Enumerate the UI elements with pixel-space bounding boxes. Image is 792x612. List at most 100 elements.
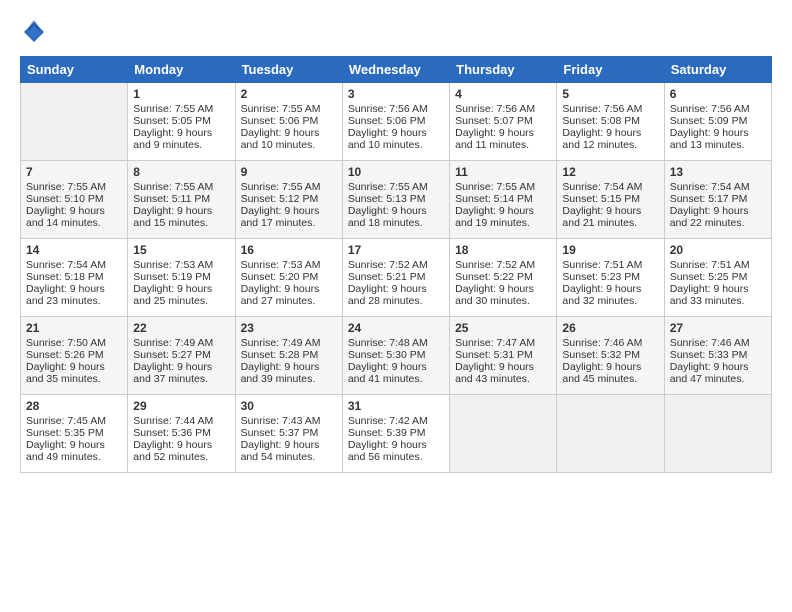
sunrise-text: Sunrise: 7:42 AM — [348, 415, 428, 427]
calendar-cell: 7Sunrise: 7:55 AMSunset: 5:10 PMDaylight… — [21, 161, 128, 239]
calendar-cell: 21Sunrise: 7:50 AMSunset: 5:26 PMDayligh… — [21, 317, 128, 395]
sunset-text: Sunset: 5:05 PM — [133, 115, 211, 127]
week-row-1: 1 Sunrise: 7:55 AMSunset: 5:05 PM Daylight… — [21, 83, 772, 161]
day-number: 29 — [133, 399, 229, 413]
daylight-text: Daylight: 9 hours and 27 minutes. — [241, 283, 320, 307]
day-number: 14 — [26, 243, 122, 257]
sunrise-text: Sunrise: 7:55 AM — [26, 181, 106, 193]
day-header-sunday: Sunday — [21, 57, 128, 83]
calendar-cell: 12 Sunrise: 7:54 AMSunset: 5:15 PMDayligh… — [557, 161, 664, 239]
daylight-text: Daylight: 9 hours and 17 minutes. — [241, 205, 320, 229]
calendar-cell: 28Sunrise: 7:45 AMSunset: 5:35 PMDayligh… — [21, 395, 128, 473]
sunset-text: Sunset: 5:32 PM — [562, 349, 640, 361]
sunrise-text: Sunrise: 7:51 AM — [562, 259, 642, 271]
calendar-cell: 18Sunrise: 7:52 AMSunset: 5:22 PMDayligh… — [450, 239, 557, 317]
calendar-cell: 19Sunrise: 7:51 AMSunset: 5:23 PMDayligh… — [557, 239, 664, 317]
daylight-text: Daylight: 9 hours and 49 minutes. — [26, 439, 105, 463]
day-number: 15 — [133, 243, 229, 257]
day-header-tuesday: Tuesday — [235, 57, 342, 83]
day-header-saturday: Saturday — [664, 57, 771, 83]
calendar-cell: 14Sunrise: 7:54 AMSunset: 5:18 PMDayligh… — [21, 239, 128, 317]
sunrise-text: Sunrise: 7:52 AM — [455, 259, 535, 271]
daylight-text: Daylight: 9 hours and 56 minutes. — [348, 439, 427, 463]
day-number: 23 — [241, 321, 337, 335]
day-number: 4 — [455, 87, 551, 101]
sunrise-text: Sunrise: 7:43 AM — [241, 415, 321, 427]
calendar-cell: 30Sunrise: 7:43 AMSunset: 5:37 PMDayligh… — [235, 395, 342, 473]
week-row-2: 7Sunrise: 7:55 AMSunset: 5:10 PMDaylight… — [21, 161, 772, 239]
daylight-text: Daylight: 9 hours and 10 minutes. — [241, 127, 320, 151]
sunrise-text: Sunrise: 7:53 AM — [241, 259, 321, 271]
day-header-thursday: Thursday — [450, 57, 557, 83]
calendar-cell: 10Sunrise: 7:55 AMSunset: 5:13 PMDayligh… — [342, 161, 449, 239]
sunrise-text: Sunrise: 7:55 AM — [133, 181, 213, 193]
sunset-text: Sunset: 5:35 PM — [26, 427, 104, 439]
day-number: 24 — [348, 321, 444, 335]
sunset-text: Sunset: 5:06 PM — [348, 115, 426, 127]
calendar-cell — [21, 83, 128, 161]
calendar-cell: 25 Sunrise: 7:47 AMSunset: 5:31 PMDayligh… — [450, 317, 557, 395]
sunrise-text: Sunrise: 7:44 AM — [133, 415, 213, 427]
sunrise-text: Sunrise: 7:56 AM — [348, 103, 428, 115]
day-number: 5 — [562, 87, 658, 101]
sunset-text: Sunset: 5:08 PM — [562, 115, 640, 127]
day-number: 8 — [133, 165, 229, 179]
day-number: 10 — [348, 165, 444, 179]
sunrise-text: Sunrise: 7:46 AM — [562, 337, 642, 349]
sunrise-text: Sunrise: 7:53 AM — [133, 259, 213, 271]
sunrise-text: Sunrise: 7:47 AM — [455, 337, 535, 349]
sunset-text: Sunset: 5:19 PM — [133, 271, 211, 283]
sunset-text: Sunset: 5:37 PM — [241, 427, 319, 439]
day-number: 25 — [455, 321, 551, 335]
day-number: 12 — [562, 165, 658, 179]
daylight-text: Daylight: 9 hours and 43 minutes. — [455, 361, 534, 385]
day-header-wednesday: Wednesday — [342, 57, 449, 83]
calendar-cell: 20Sunrise: 7:51 AMSunset: 5:25 PMDayligh… — [664, 239, 771, 317]
daylight-text: Daylight: 9 hours and 39 minutes. — [241, 361, 320, 385]
calendar-table: SundayMondayTuesdayWednesdayThursdayFrid… — [20, 56, 772, 473]
sunset-text: Sunset: 5:07 PM — [455, 115, 533, 127]
day-number: 17 — [348, 243, 444, 257]
calendar-cell: 24Sunrise: 7:48 AMSunset: 5:30 PMDayligh… — [342, 317, 449, 395]
daylight-text: Daylight: 9 hours and 21 minutes. — [562, 205, 641, 229]
sunset-text: Sunset: 5:12 PM — [241, 193, 319, 205]
sunrise-text: Sunrise: 7:46 AM — [670, 337, 750, 349]
daylight-text: Daylight: 9 hours and 41 minutes. — [348, 361, 427, 385]
daylight-text: Daylight: 9 hours and 37 minutes. — [133, 361, 212, 385]
calendar-cell: 13Sunrise: 7:54 AMSunset: 5:17 PMDayligh… — [664, 161, 771, 239]
day-number: 26 — [562, 321, 658, 335]
day-number: 16 — [241, 243, 337, 257]
calendar-cell — [664, 395, 771, 473]
day-number: 7 — [26, 165, 122, 179]
sunset-text: Sunset: 5:31 PM — [455, 349, 533, 361]
sunset-text: Sunset: 5:18 PM — [26, 271, 104, 283]
sunset-text: Sunset: 5:26 PM — [26, 349, 104, 361]
daylight-text: Daylight: 9 hours and 30 minutes. — [455, 283, 534, 307]
sunset-text: Sunset: 5:14 PM — [455, 193, 533, 205]
day-number: 11 — [455, 165, 551, 179]
calendar-cell: 31Sunrise: 7:42 AMSunset: 5:39 PMDayligh… — [342, 395, 449, 473]
calendar-cell: 2Sunrise: 7:55 AMSunset: 5:06 PMDaylight… — [235, 83, 342, 161]
day-number: 1 — [133, 87, 229, 101]
week-row-5: 28Sunrise: 7:45 AMSunset: 5:35 PMDayligh… — [21, 395, 772, 473]
calendar-cell: 23Sunrise: 7:49 AMSunset: 5:28 PMDayligh… — [235, 317, 342, 395]
sunrise-text: Sunrise: 7:54 AM — [562, 181, 642, 193]
sunrise-text: Sunrise: 7:54 AM — [26, 259, 106, 271]
day-number: 19 — [562, 243, 658, 257]
day-number: 3 — [348, 87, 444, 101]
daylight-text: Daylight: 9 hours and 45 minutes. — [562, 361, 641, 385]
sunset-text: Sunset: 5:22 PM — [455, 271, 533, 283]
daylight-text: Daylight: 9 hours and 19 minutes. — [455, 205, 534, 229]
sunrise-text: Sunrise: 7:56 AM — [455, 103, 535, 115]
sunrise-text: Sunrise: 7:55 AM — [133, 103, 213, 115]
sunset-text: Sunset: 5:15 PM — [562, 193, 640, 205]
day-number: 6 — [670, 87, 766, 101]
sunset-text: Sunset: 5:06 PM — [241, 115, 319, 127]
calendar-cell: 11Sunrise: 7:55 AMSunset: 5:14 PMDayligh… — [450, 161, 557, 239]
calendar-cell: 3Sunrise: 7:56 AMSunset: 5:06 PMDaylight… — [342, 83, 449, 161]
calendar-cell: 22Sunrise: 7:49 AMSunset: 5:27 PMDayligh… — [128, 317, 235, 395]
calendar-cell: 29Sunrise: 7:44 AMSunset: 5:36 PMDayligh… — [128, 395, 235, 473]
sunrise-text: Sunrise: 7:56 AM — [670, 103, 750, 115]
calendar-cell: 26 Sunrise: 7:46 AMSunset: 5:32 PMDayligh… — [557, 317, 664, 395]
daylight-text: Daylight: 9 hours and 54 minutes. — [241, 439, 320, 463]
